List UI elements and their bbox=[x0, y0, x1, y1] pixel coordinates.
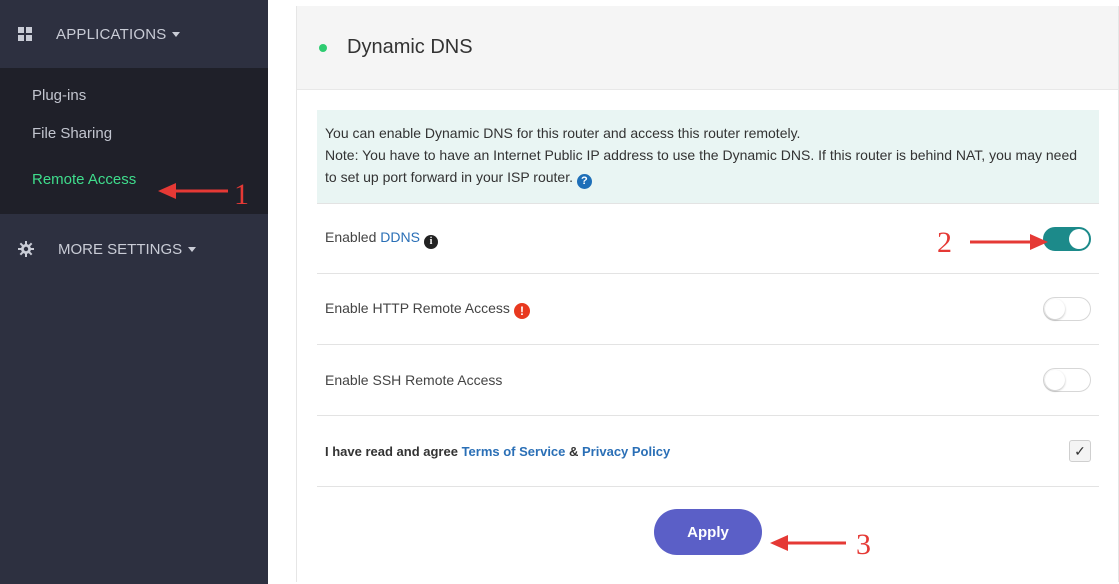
sidebar: APPLICATIONS Plug-ins File Sharing Remot… bbox=[0, 0, 268, 584]
info-icon[interactable]: i bbox=[423, 234, 438, 249]
question-icon[interactable]: ? bbox=[576, 174, 592, 189]
info-box: You can enable Dynamic DNS for this rout… bbox=[317, 110, 1099, 203]
more-settings-label: MORE SETTINGS bbox=[58, 240, 183, 258]
http-remote-row: Enable HTTP Remote Access! bbox=[317, 274, 1099, 345]
annotation-arrow-3 bbox=[770, 535, 846, 551]
applications-label: APPLICATIONS bbox=[56, 25, 167, 43]
page: APPLICATIONS Plug-ins File Sharing Remot… bbox=[0, 0, 1119, 584]
ssh-remote-label: Enable SSH Remote Access bbox=[325, 372, 503, 388]
warning-icon[interactable]: ! bbox=[513, 302, 530, 319]
sidebar-item-file-sharing[interactable]: File Sharing bbox=[0, 110, 268, 156]
apply-area: Apply bbox=[317, 487, 1099, 577]
agree-row: I have read and agree Terms of Service &… bbox=[317, 416, 1099, 487]
ssh-remote-row: Enable SSH Remote Access bbox=[317, 345, 1099, 416]
terms-link[interactable]: Terms of Service bbox=[462, 444, 566, 459]
ddns-label: Enabled DDNS i bbox=[325, 229, 438, 249]
caret-down-icon bbox=[188, 246, 197, 252]
toggle-knob bbox=[1069, 228, 1089, 249]
agree-label: I have read and agree Terms of Service &… bbox=[325, 443, 671, 459]
toggle-knob bbox=[1045, 370, 1065, 390]
annotation-arrow-2 bbox=[970, 234, 1048, 250]
more-settings-menu[interactable]: MORE SETTINGS bbox=[0, 214, 268, 284]
privacy-link[interactable]: Privacy Policy bbox=[582, 444, 670, 459]
grid-icon bbox=[18, 27, 32, 41]
annotation-label-3: 3 bbox=[856, 528, 871, 561]
applications-menu[interactable]: APPLICATIONS bbox=[0, 0, 268, 68]
gear-icon bbox=[18, 241, 34, 257]
info-text-2: Note: You have to have an Internet Publi… bbox=[325, 147, 1078, 189]
panel-header: Dynamic DNS bbox=[297, 6, 1118, 90]
info-text-1: You can enable Dynamic DNS for this rout… bbox=[325, 125, 801, 141]
ddns-toggle[interactable] bbox=[1043, 226, 1091, 251]
toggle-knob bbox=[1045, 299, 1065, 319]
apply-button[interactable]: Apply bbox=[654, 509, 762, 555]
ddns-link[interactable]: DDNS bbox=[380, 229, 420, 245]
annotation-label-2: 2 bbox=[937, 226, 952, 259]
http-remote-toggle[interactable] bbox=[1043, 297, 1091, 321]
page-title: Dynamic DNS bbox=[347, 36, 473, 58]
ssh-remote-toggle[interactable] bbox=[1043, 368, 1091, 392]
check-icon: ✓ bbox=[1074, 442, 1086, 459]
sidebar-item-plugins[interactable]: Plug-ins bbox=[0, 80, 268, 110]
annotation-label-1: 1 bbox=[234, 178, 249, 211]
annotation-arrow-1 bbox=[158, 183, 228, 199]
caret-down-icon bbox=[172, 31, 181, 37]
status-dot bbox=[319, 43, 327, 52]
panel-body: You can enable Dynamic DNS for this rout… bbox=[297, 90, 1118, 577]
dynamic-dns-panel: Dynamic DNS You can enable Dynamic DNS f… bbox=[296, 6, 1119, 582]
http-remote-label: Enable HTTP Remote Access! bbox=[325, 300, 530, 319]
agree-checkbox[interactable]: ✓ bbox=[1069, 440, 1091, 462]
